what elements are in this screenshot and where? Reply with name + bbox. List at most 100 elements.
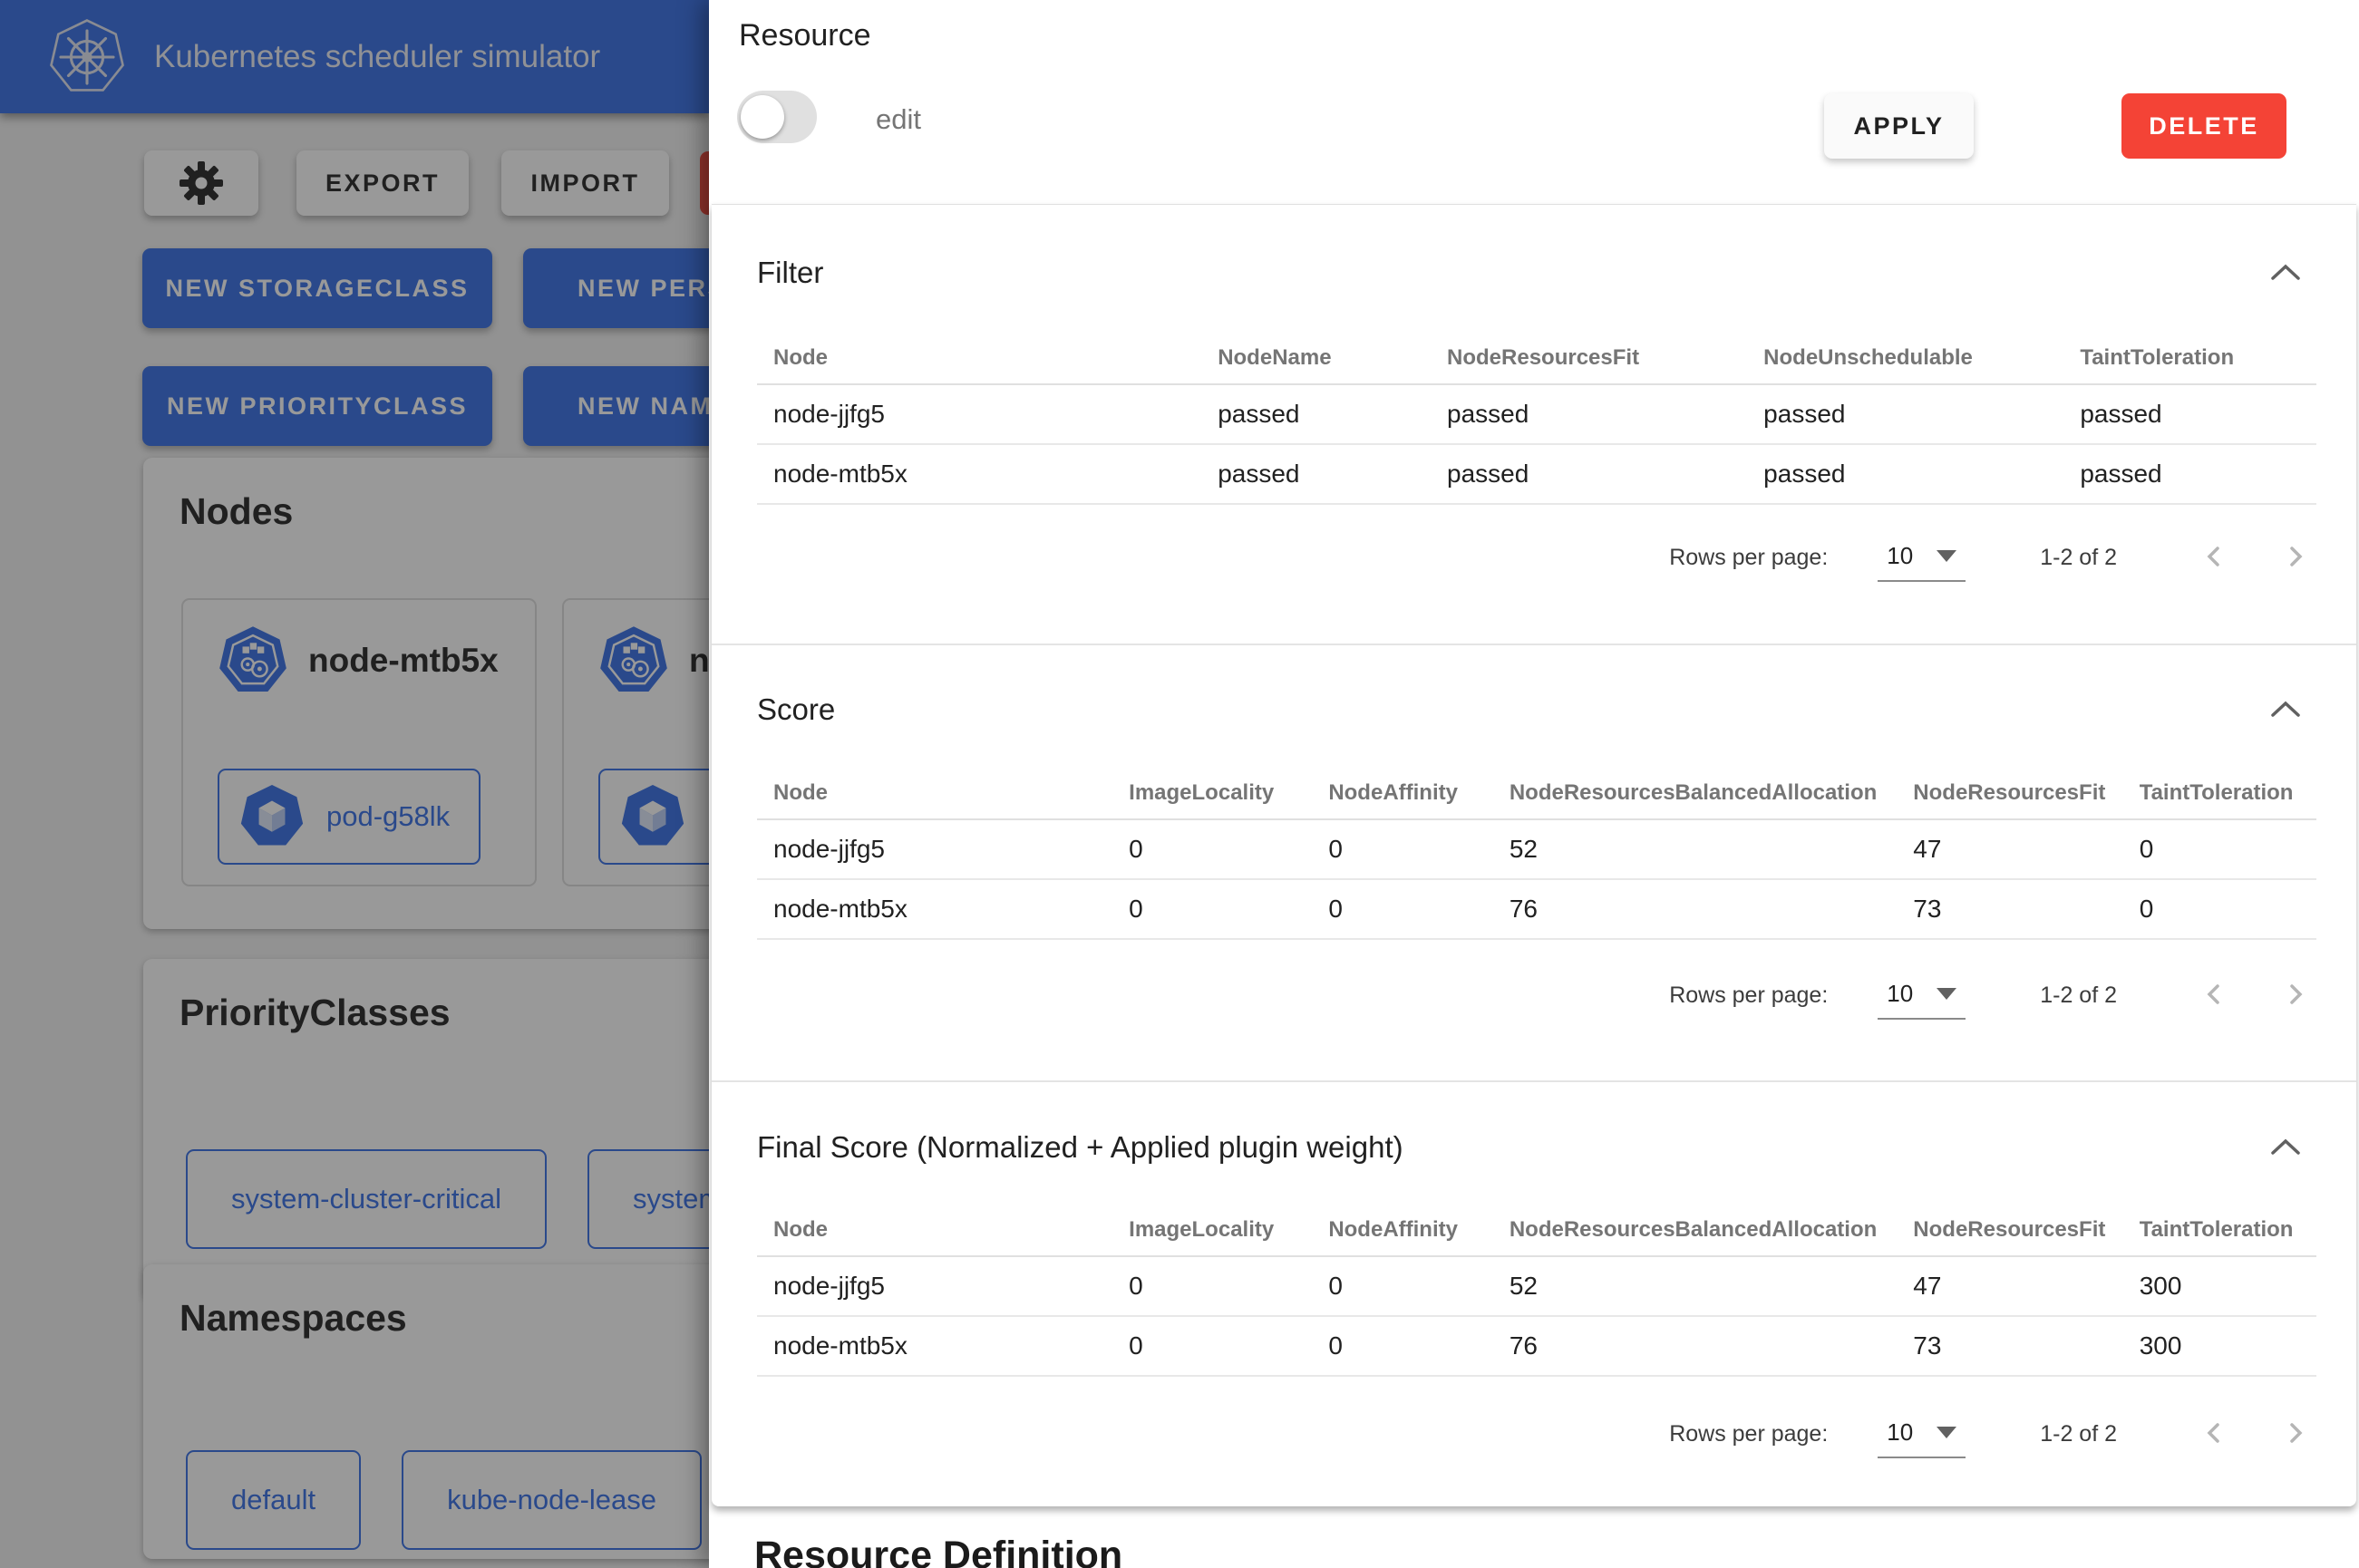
table-cell: 0 — [1112, 1256, 1312, 1316]
score-pagination: Rows per page: 10 1-2 of 2 — [1669, 966, 2306, 1024]
chevron-left-icon — [2203, 1421, 2227, 1445]
table-cell: passed — [1201, 384, 1431, 444]
previous-page-button[interactable] — [2203, 545, 2227, 571]
final-score-pagination: Rows per page: 10 1-2 of 2 — [1669, 1405, 2306, 1463]
chevron-left-icon — [2203, 545, 2227, 568]
table-cell: passed — [1431, 444, 1747, 504]
drawer-title: Resource — [739, 18, 871, 53]
table-row: node-mtb5x0076730 — [757, 879, 2316, 939]
table-header-row: NodeImageLocalityNodeAffinityNodeResourc… — [757, 1204, 2316, 1256]
table-cell: 76 — [1493, 879, 1897, 939]
rows-per-page-value: 10 — [1887, 1418, 1913, 1447]
modal-scrim[interactable] — [0, 0, 709, 1568]
table-cell: passed — [1747, 444, 2063, 504]
next-page-button[interactable] — [2283, 982, 2306, 1009]
table-cell: 47 — [1897, 819, 2122, 879]
previous-page-button[interactable] — [2203, 1421, 2227, 1447]
table-header-row: NodeNodeNameNodeResourcesFitNodeUnschedu… — [757, 332, 2316, 384]
chevron-right-icon — [2283, 1421, 2306, 1445]
chevron-up-icon — [2269, 698, 2302, 720]
column-header: ImageLocality — [1112, 1204, 1312, 1256]
filter-collapse-button[interactable] — [2267, 259, 2304, 286]
chevron-right-icon — [2283, 982, 2306, 1006]
table-cell: 73 — [1897, 879, 2122, 939]
rows-per-page-select[interactable]: 10 — [1878, 534, 1966, 582]
table-cell: 0 — [1312, 1256, 1493, 1316]
column-header: NodeResourcesFit — [1431, 332, 1747, 384]
column-header: Node — [757, 332, 1201, 384]
table-cell: 52 — [1493, 819, 1897, 879]
table-row: node-jjfg50052470 — [757, 819, 2316, 879]
column-header: NodeResourcesBalancedAllocation — [1493, 767, 1897, 819]
chevron-up-icon — [2269, 1136, 2302, 1157]
table-cell: node-jjfg5 — [757, 384, 1201, 444]
rows-per-page-label: Rows per page: — [1669, 982, 1828, 1009]
table-cell: node-jjfg5 — [757, 1256, 1112, 1316]
column-header: ImageLocality — [1112, 767, 1312, 819]
previous-page-button[interactable] — [2203, 982, 2227, 1009]
scheduler-results-card: Filter NodeNodeNameNodeResourcesFitNodeU… — [712, 204, 2356, 1506]
score-section-title: Score — [757, 692, 835, 727]
rows-per-page-value: 10 — [1887, 542, 1913, 570]
table-row: node-mtb5x007673300 — [757, 1316, 2316, 1376]
page-range-label: 1-2 of 2 — [2040, 1421, 2117, 1447]
score-collapse-button[interactable] — [2267, 696, 2304, 723]
column-header: Node — [757, 1204, 1112, 1256]
chevron-left-icon — [2203, 982, 2227, 1006]
table-row: node-jjfg5005247300 — [757, 1256, 2316, 1316]
table-cell: passed — [1747, 384, 2063, 444]
chevron-right-icon — [2283, 545, 2306, 568]
edit-toggle[interactable] — [737, 91, 817, 143]
next-page-button[interactable] — [2283, 1421, 2306, 1447]
dropdown-caret-icon — [1937, 550, 1956, 562]
column-header: NodeName — [1201, 332, 1431, 384]
column-header: TaintToleration — [2063, 332, 2316, 384]
apply-button[interactable]: APPLY — [1824, 93, 1974, 159]
table-cell: 0 — [2123, 819, 2316, 879]
chevron-up-icon — [2269, 261, 2302, 283]
column-header: Node — [757, 767, 1112, 819]
section-divider — [712, 644, 2356, 645]
table-cell: 0 — [1112, 1316, 1312, 1376]
table-cell: node-mtb5x — [757, 879, 1112, 939]
column-header: TaintToleration — [2123, 767, 2316, 819]
table-row: node-jjfg5passedpassedpassedpassed — [757, 384, 2316, 444]
table-cell: 0 — [1312, 879, 1493, 939]
rows-per-page-label: Rows per page: — [1669, 1421, 1828, 1447]
rows-per-page-select[interactable]: 10 — [1878, 1410, 1966, 1458]
filter-pagination: Rows per page: 10 1-2 of 2 — [1669, 528, 2306, 586]
edit-toggle-thumb — [741, 95, 784, 139]
column-header: NodeResourcesFit — [1897, 1204, 2122, 1256]
final-score-collapse-button[interactable] — [2267, 1134, 2304, 1161]
table-cell: 0 — [2123, 879, 2316, 939]
table-cell: passed — [1431, 384, 1747, 444]
page-range-label: 1-2 of 2 — [2040, 982, 2117, 1009]
table-cell: 73 — [1897, 1316, 2122, 1376]
next-page-button[interactable] — [2283, 545, 2306, 571]
final-score-section-title: Final Score (Normalized + Applied plugin… — [757, 1130, 1403, 1165]
table-cell: passed — [2063, 384, 2316, 444]
column-header: NodeResourcesBalancedAllocation — [1493, 1204, 1897, 1256]
filter-table: NodeNodeNameNodeResourcesFitNodeUnschedu… — [757, 332, 2316, 505]
table-cell: passed — [2063, 444, 2316, 504]
table-cell: 0 — [1112, 819, 1312, 879]
table-cell: passed — [1201, 444, 1431, 504]
table-cell: node-mtb5x — [757, 444, 1201, 504]
rows-per-page-select[interactable]: 10 — [1878, 972, 1966, 1020]
dropdown-caret-icon — [1937, 1427, 1956, 1438]
dropdown-caret-icon — [1937, 988, 1956, 1000]
table-cell: node-jjfg5 — [757, 819, 1112, 879]
rows-per-page-value: 10 — [1887, 980, 1913, 1008]
filter-section-title: Filter — [757, 256, 823, 290]
column-header: NodeUnschedulable — [1747, 332, 2063, 384]
delete-button[interactable]: DELETE — [2121, 93, 2286, 159]
table-cell: 300 — [2123, 1316, 2316, 1376]
table-cell: 300 — [2123, 1256, 2316, 1316]
table-row: node-mtb5xpassedpassedpassedpassed — [757, 444, 2316, 504]
resource-definition-title: Resource Definition — [754, 1534, 1122, 1568]
table-cell: 0 — [1312, 1316, 1493, 1376]
final-score-table: NodeImageLocalityNodeAffinityNodeResourc… — [757, 1204, 2316, 1377]
resource-drawer: Resource edit APPLY DELETE Filter NodeNo… — [709, 0, 2359, 1568]
section-divider — [712, 1080, 2356, 1082]
column-header: NodeAffinity — [1312, 767, 1493, 819]
